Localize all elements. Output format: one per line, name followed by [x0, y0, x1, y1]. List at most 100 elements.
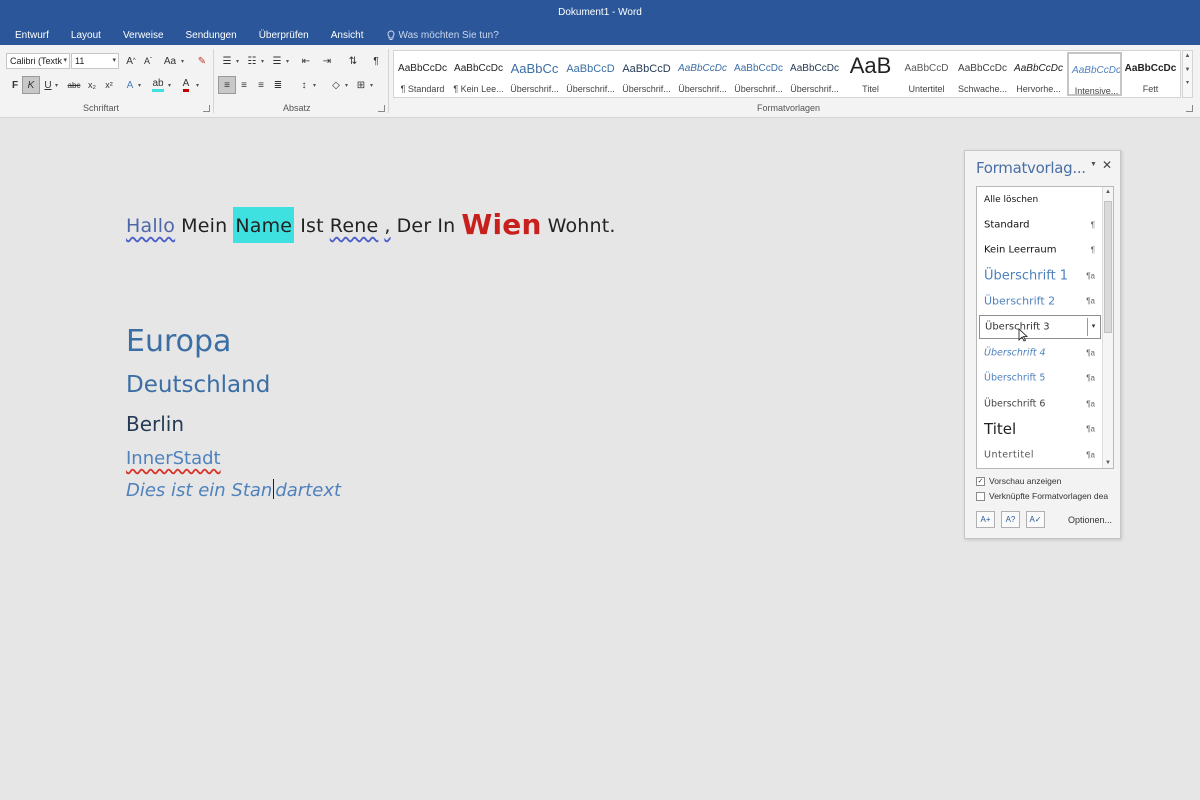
change-case-icon[interactable]: Aa — [161, 52, 179, 70]
chevron-down-icon[interactable]: ▾ — [181, 58, 184, 65]
style-fett[interactable]: AaBbCcDc Fett — [1123, 52, 1178, 96]
chevron-down-icon[interactable]: ▾ — [261, 58, 264, 65]
strikethrough-button[interactable]: abc — [65, 76, 83, 94]
linked-style-icon: ¶a — [1086, 373, 1095, 383]
style-item-titel[interactable]: Titel ¶a — [979, 417, 1101, 441]
paragraph-dialog-launcher-icon[interactable] — [378, 105, 385, 112]
chevron-down-icon[interactable]: ▾ — [345, 82, 348, 89]
style-titel[interactable]: AaB Titel — [843, 52, 898, 96]
style-hervorhebung[interactable]: AaBbCcDc Hervorhe... — [1011, 52, 1066, 96]
chevron-down-icon[interactable]: ▾ — [286, 58, 289, 65]
style-item-heading-1[interactable]: Überschrift 1 ¶a — [979, 264, 1101, 288]
styles-dialog-launcher-icon[interactable] — [1186, 105, 1193, 112]
gallery-more-icon[interactable]: ▾ — [1183, 79, 1192, 86]
subscript-button[interactable]: x₂ — [83, 76, 101, 94]
sort-icon[interactable]: ⇅ — [344, 52, 362, 70]
style-heading-2[interactable]: AaBbCcD Überschrif... — [563, 52, 618, 96]
increase-indent-icon[interactable]: ⇥ — [318, 52, 336, 70]
tab-ueberpruefen[interactable]: Überprüfen — [259, 30, 309, 41]
style-item-kein-leerraum[interactable]: Kein Leerraum ¶ — [979, 238, 1101, 262]
chevron-up-icon[interactable]: ▲ — [1183, 53, 1192, 59]
pane-options-chevron-icon[interactable]: ▼ — [1090, 161, 1097, 168]
chevron-down-icon[interactable]: ▾ — [138, 82, 141, 89]
show-preview-label: Vorschau anzeigen — [989, 476, 1062, 486]
text-effects-icon[interactable]: A — [121, 76, 139, 94]
align-left-icon[interactable]: ≡ — [218, 76, 236, 94]
shrink-font-icon[interactable]: Aˇ — [139, 52, 157, 70]
linked-styles-checkbox[interactable]: Verknüpfte Formatvorlagen dea — [976, 491, 1116, 501]
tab-verweise[interactable]: Verweise — [123, 30, 164, 41]
style-standard[interactable]: AaBbCcDc ¶ Standard — [395, 52, 450, 96]
paragraph-mark-icon: ¶ — [1090, 220, 1095, 230]
chevron-down-icon[interactable]: ▾ — [236, 58, 239, 65]
style-inspector-icon[interactable]: A? — [1001, 511, 1020, 528]
style-heading-1[interactable]: AaBbCc Überschrif... — [507, 52, 562, 96]
manage-styles-icon[interactable]: A✓ — [1026, 511, 1045, 528]
style-item-untertitel[interactable]: Untertitel ¶a — [979, 443, 1101, 467]
style-item-standard[interactable]: Standard ¶ — [979, 213, 1101, 237]
tab-layout[interactable]: Layout — [71, 30, 101, 41]
style-preview: AaBbCcDc — [454, 63, 503, 74]
style-item-heading-4[interactable]: Überschrift 4 ¶a — [979, 341, 1101, 365]
font-size-combo[interactable]: 11 ▾ — [71, 53, 119, 69]
chevron-down-icon: ▾ — [112, 57, 116, 64]
numbering-icon[interactable]: ☷ — [243, 52, 261, 70]
close-icon[interactable]: ✕ — [1102, 158, 1112, 172]
grow-font-icon[interactable]: A ^ — [122, 52, 140, 70]
chevron-down-icon[interactable]: ▾ — [196, 82, 199, 89]
tab-sendungen[interactable]: Sendungen — [186, 30, 237, 41]
new-style-icon[interactable]: A+ — [976, 511, 995, 528]
styles-list-scrollbar[interactable]: ▲ ▼ — [1102, 187, 1113, 468]
chevron-down-icon[interactable]: ▾ — [55, 82, 58, 89]
bullets-icon[interactable]: ☰ — [218, 52, 236, 70]
style-item-heading-2[interactable]: Überschrift 2 ¶a — [979, 289, 1101, 313]
justify-icon[interactable]: ≣ — [269, 76, 287, 94]
show-preview-checkbox[interactable]: ✓ Vorschau anzeigen — [976, 476, 1116, 486]
superscript-button[interactable]: x² — [100, 76, 118, 94]
style-item-alle-loeschen[interactable]: Alle löschen — [979, 188, 1101, 212]
gallery-scrollbar[interactable]: ▲ ▼ ▾ — [1182, 50, 1193, 98]
scrollbar-thumb[interactable] — [1104, 201, 1112, 333]
clear-formatting-icon[interactable]: ✎ — [193, 52, 211, 70]
line-spacing-icon[interactable]: ↕ — [295, 76, 313, 94]
style-intensive-hervorhebung[interactable]: AaBbCcDc Intensive... — [1067, 52, 1122, 96]
font-color-icon[interactable]: A — [177, 76, 195, 94]
show-formatting-marks-icon[interactable]: ¶ — [367, 52, 385, 70]
font-name-combo[interactable]: Calibri (Textk ▾ — [6, 53, 70, 69]
style-name: ¶ Standard — [400, 84, 445, 94]
chevron-down-icon: ▾ — [63, 57, 67, 64]
multilevel-list-icon[interactable]: ☰ — [268, 52, 286, 70]
word-hallo: Hallo — [126, 215, 176, 237]
italic-button[interactable]: K — [22, 76, 40, 94]
shading-icon[interactable]: ◇ — [327, 76, 345, 94]
chevron-down-icon[interactable]: ▾ — [168, 82, 171, 89]
style-item-heading-3[interactable]: Überschrift 3 ▾ — [979, 315, 1101, 342]
style-heading-6[interactable]: AaBbCcDc Überschrif... — [787, 52, 842, 96]
style-heading-4[interactable]: AaBbCcDc Überschrif... — [675, 52, 730, 96]
chevron-down-icon[interactable]: ▼ — [1105, 460, 1111, 466]
borders-icon[interactable]: ⊞ — [352, 76, 370, 94]
style-item-label: Überschrift 6 — [984, 398, 1046, 410]
linked-style-icon: ¶a — [1086, 296, 1095, 306]
align-center-icon[interactable]: ≡ — [235, 76, 253, 94]
options-link[interactable]: Optionen... — [1068, 515, 1112, 525]
align-right-icon[interactable]: ≡ — [252, 76, 270, 94]
chevron-down-icon[interactable]: ▾ — [370, 82, 373, 89]
tab-entwurf[interactable]: Entwurf — [15, 30, 49, 41]
font-dialog-launcher-icon[interactable] — [203, 105, 210, 112]
style-untertitel[interactable]: AaBbCcD Untertitel — [899, 52, 954, 96]
style-kein-leerraum[interactable]: AaBbCcDc ¶ Kein Lee... — [451, 52, 506, 96]
style-heading-3[interactable]: AaBbCcD Überschrif... — [619, 52, 674, 96]
highlight-color-icon[interactable]: ab — [149, 76, 167, 94]
tell-me-box[interactable]: Was möchten Sie tun? — [387, 30, 499, 41]
style-schwache-hervorhebung[interactable]: AaBbCcDc Schwache... — [955, 52, 1010, 96]
decrease-indent-icon[interactable]: ⇤ — [297, 52, 315, 70]
chevron-down-icon[interactable]: ▾ — [1087, 318, 1099, 336]
chevron-up-icon[interactable]: ▲ — [1105, 189, 1111, 195]
chevron-down-icon[interactable]: ▾ — [313, 82, 316, 89]
style-item-heading-6[interactable]: Überschrift 6 ¶a — [979, 392, 1101, 416]
style-heading-5[interactable]: AaBbCcDc Überschrif... — [731, 52, 786, 96]
style-item-heading-5[interactable]: Überschrift 5 ¶a — [979, 366, 1101, 390]
chevron-down-icon[interactable]: ▼ — [1183, 67, 1192, 73]
tab-ansicht[interactable]: Ansicht — [331, 30, 364, 41]
